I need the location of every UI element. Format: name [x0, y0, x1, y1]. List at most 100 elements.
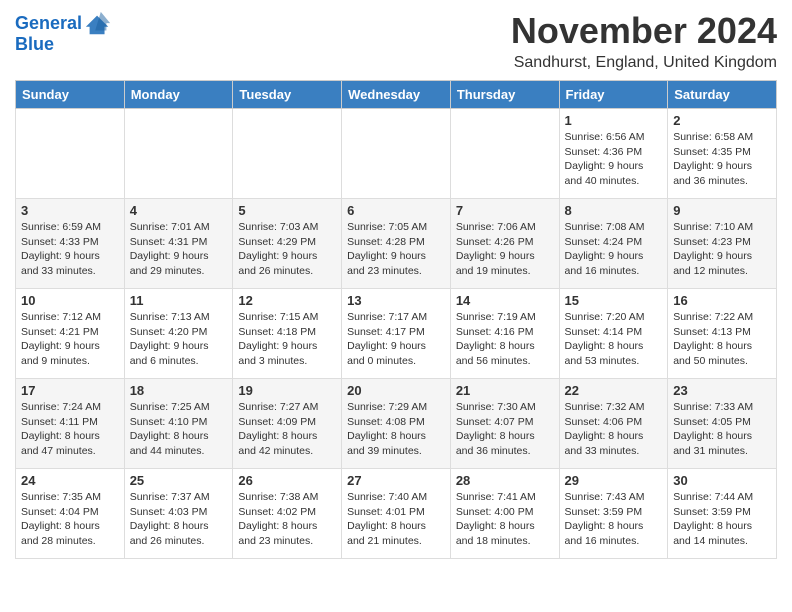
- weekday-header: Monday: [124, 81, 233, 109]
- logo-icon: [84, 10, 112, 38]
- day-info: Sunrise: 7:32 AM Sunset: 4:06 PM Dayligh…: [565, 400, 663, 459]
- day-number: 12: [238, 293, 336, 308]
- day-number: 21: [456, 383, 554, 398]
- day-info: Sunrise: 7:29 AM Sunset: 4:08 PM Dayligh…: [347, 400, 445, 459]
- day-number: 14: [456, 293, 554, 308]
- day-info: Sunrise: 7:40 AM Sunset: 4:01 PM Dayligh…: [347, 490, 445, 549]
- day-number: 18: [130, 383, 228, 398]
- day-number: 16: [673, 293, 771, 308]
- day-info: Sunrise: 7:17 AM Sunset: 4:17 PM Dayligh…: [347, 310, 445, 369]
- header: General Blue November 2024 Sandhurst, En…: [15, 10, 777, 72]
- day-info: Sunrise: 7:37 AM Sunset: 4:03 PM Dayligh…: [130, 490, 228, 549]
- calendar-cell: 16 Sunrise: 7:22 AM Sunset: 4:13 PM Dayli…: [668, 289, 777, 379]
- calendar-cell: 25 Sunrise: 7:37 AM Sunset: 4:03 PM Dayli…: [124, 469, 233, 559]
- day-info: Sunrise: 6:59 AM Sunset: 4:33 PM Dayligh…: [21, 220, 119, 279]
- day-number: 27: [347, 473, 445, 488]
- day-info: Sunrise: 7:19 AM Sunset: 4:16 PM Dayligh…: [456, 310, 554, 369]
- logo: General Blue: [15, 10, 112, 55]
- day-number: 22: [565, 383, 663, 398]
- calendar-week-row: 1Sunrise: 6:56 AM Sunset: 4:36 PM Daylig…: [16, 109, 777, 199]
- calendar-cell: 14 Sunrise: 7:19 AM Sunset: 4:16 PM Dayli…: [450, 289, 559, 379]
- day-number: 10: [21, 293, 119, 308]
- day-number: 11: [130, 293, 228, 308]
- day-number: 1: [565, 113, 663, 128]
- calendar-cell: 21 Sunrise: 7:30 AM Sunset: 4:07 PM Dayli…: [450, 379, 559, 469]
- day-number: 26: [238, 473, 336, 488]
- title-area: November 2024 Sandhurst, England, United…: [511, 10, 777, 72]
- calendar-cell: 15 Sunrise: 7:20 AM Sunset: 4:14 PM Dayli…: [559, 289, 668, 379]
- calendar-cell: 2Sunrise: 6:58 AM Sunset: 4:35 PM Daylig…: [668, 109, 777, 199]
- day-number: 28: [456, 473, 554, 488]
- day-info: Sunrise: 7:41 AM Sunset: 4:00 PM Dayligh…: [456, 490, 554, 549]
- calendar-cell: 28 Sunrise: 7:41 AM Sunset: 4:00 PM Dayli…: [450, 469, 559, 559]
- day-info: Sunrise: 7:35 AM Sunset: 4:04 PM Dayligh…: [21, 490, 119, 549]
- day-info: Sunrise: 7:20 AM Sunset: 4:14 PM Dayligh…: [565, 310, 663, 369]
- weekday-header: Friday: [559, 81, 668, 109]
- day-info: Sunrise: 7:24 AM Sunset: 4:11 PM Dayligh…: [21, 400, 119, 459]
- day-info: Sunrise: 7:13 AM Sunset: 4:20 PM Dayligh…: [130, 310, 228, 369]
- day-number: 7: [456, 203, 554, 218]
- day-number: 4: [130, 203, 228, 218]
- day-number: 17: [21, 383, 119, 398]
- weekday-header: Thursday: [450, 81, 559, 109]
- calendar-cell: [124, 109, 233, 199]
- calendar-cell: 18 Sunrise: 7:25 AM Sunset: 4:10 PM Dayli…: [124, 379, 233, 469]
- calendar-week-row: 24 Sunrise: 7:35 AM Sunset: 4:04 PM Dayli…: [16, 469, 777, 559]
- calendar-cell: 7 Sunrise: 7:06 AM Sunset: 4:26 PM Daylig…: [450, 199, 559, 289]
- day-number: 30: [673, 473, 771, 488]
- day-info: Sunrise: 7:12 AM Sunset: 4:21 PM Dayligh…: [21, 310, 119, 369]
- calendar-cell: 26 Sunrise: 7:38 AM Sunset: 4:02 PM Dayli…: [233, 469, 342, 559]
- calendar-cell: 22 Sunrise: 7:32 AM Sunset: 4:06 PM Dayli…: [559, 379, 668, 469]
- calendar-week-row: 17 Sunrise: 7:24 AM Sunset: 4:11 PM Dayli…: [16, 379, 777, 469]
- day-number: 6: [347, 203, 445, 218]
- calendar-cell: [16, 109, 125, 199]
- day-number: 19: [238, 383, 336, 398]
- calendar-cell: 23 Sunrise: 7:33 AM Sunset: 4:05 PM Dayli…: [668, 379, 777, 469]
- location: Sandhurst, England, United Kingdom: [511, 54, 777, 72]
- calendar-cell: 13 Sunrise: 7:17 AM Sunset: 4:17 PM Dayli…: [342, 289, 451, 379]
- day-info: Sunrise: 7:05 AM Sunset: 4:28 PM Dayligh…: [347, 220, 445, 279]
- calendar-table: SundayMondayTuesdayWednesdayThursdayFrid…: [15, 80, 777, 559]
- calendar-week-row: 10 Sunrise: 7:12 AM Sunset: 4:21 PM Dayli…: [16, 289, 777, 379]
- day-info: Sunrise: 7:25 AM Sunset: 4:10 PM Dayligh…: [130, 400, 228, 459]
- day-info: Sunrise: 7:01 AM Sunset: 4:31 PM Dayligh…: [130, 220, 228, 279]
- calendar-cell: 9 Sunrise: 7:10 AM Sunset: 4:23 PM Daylig…: [668, 199, 777, 289]
- calendar-cell: 29 Sunrise: 7:43 AM Sunset: 3:59 PM Dayli…: [559, 469, 668, 559]
- day-number: 29: [565, 473, 663, 488]
- day-info: Sunrise: 7:08 AM Sunset: 4:24 PM Dayligh…: [565, 220, 663, 279]
- calendar-cell: 17 Sunrise: 7:24 AM Sunset: 4:11 PM Dayli…: [16, 379, 125, 469]
- month-title: November 2024: [511, 10, 777, 52]
- weekday-header: Tuesday: [233, 81, 342, 109]
- day-number: 24: [21, 473, 119, 488]
- day-info: Sunrise: 7:33 AM Sunset: 4:05 PM Dayligh…: [673, 400, 771, 459]
- day-info: Sunrise: 7:06 AM Sunset: 4:26 PM Dayligh…: [456, 220, 554, 279]
- day-number: 20: [347, 383, 445, 398]
- day-info: Sunrise: 7:43 AM Sunset: 3:59 PM Dayligh…: [565, 490, 663, 549]
- calendar-cell: 11 Sunrise: 7:13 AM Sunset: 4:20 PM Dayli…: [124, 289, 233, 379]
- day-info: Sunrise: 7:38 AM Sunset: 4:02 PM Dayligh…: [238, 490, 336, 549]
- calendar-week-row: 3 Sunrise: 6:59 AM Sunset: 4:33 PM Daylig…: [16, 199, 777, 289]
- calendar-cell: [233, 109, 342, 199]
- day-info: Sunrise: 7:30 AM Sunset: 4:07 PM Dayligh…: [456, 400, 554, 459]
- day-number: 25: [130, 473, 228, 488]
- day-number: 5: [238, 203, 336, 218]
- day-number: 9: [673, 203, 771, 218]
- day-number: 3: [21, 203, 119, 218]
- day-info: Sunrise: 7:27 AM Sunset: 4:09 PM Dayligh…: [238, 400, 336, 459]
- calendar-cell: 30Sunrise: 7:44 AM Sunset: 3:59 PM Dayli…: [668, 469, 777, 559]
- day-number: 23: [673, 383, 771, 398]
- calendar-cell: 10 Sunrise: 7:12 AM Sunset: 4:21 PM Dayli…: [16, 289, 125, 379]
- calendar-cell: 4 Sunrise: 7:01 AM Sunset: 4:31 PM Daylig…: [124, 199, 233, 289]
- day-number: 13: [347, 293, 445, 308]
- calendar-cell: [342, 109, 451, 199]
- day-info: Sunrise: 7:10 AM Sunset: 4:23 PM Dayligh…: [673, 220, 771, 279]
- calendar-cell: 27 Sunrise: 7:40 AM Sunset: 4:01 PM Dayli…: [342, 469, 451, 559]
- calendar-cell: 12 Sunrise: 7:15 AM Sunset: 4:18 PM Dayli…: [233, 289, 342, 379]
- day-info: Sunrise: 6:58 AM Sunset: 4:35 PM Dayligh…: [673, 130, 771, 189]
- day-number: 15: [565, 293, 663, 308]
- weekday-header: Sunday: [16, 81, 125, 109]
- logo-text: General: [15, 14, 82, 34]
- day-info: Sunrise: 7:15 AM Sunset: 4:18 PM Dayligh…: [238, 310, 336, 369]
- day-info: Sunrise: 7:22 AM Sunset: 4:13 PM Dayligh…: [673, 310, 771, 369]
- calendar-cell: 20 Sunrise: 7:29 AM Sunset: 4:08 PM Dayli…: [342, 379, 451, 469]
